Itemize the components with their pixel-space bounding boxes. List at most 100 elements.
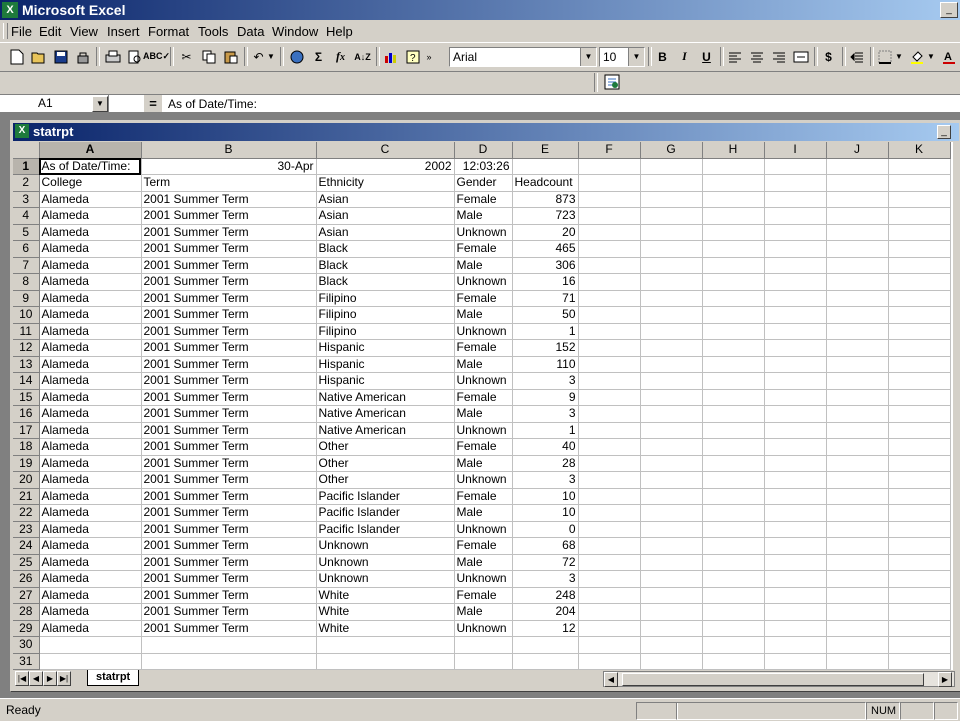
row-header[interactable]: 11 [13,323,40,340]
row-header[interactable]: 17 [13,422,40,439]
cell-headcount[interactable]: 40 [512,438,579,456]
cell-term[interactable]: 2001 Summer Term [141,603,317,621]
cell-empty[interactable] [578,587,641,604]
sheet-tab-statrpt[interactable]: statrpt [87,670,140,686]
cell-empty[interactable] [764,224,827,241]
cell-gender[interactable]: Male [454,603,513,621]
cell-empty[interactable] [764,537,827,555]
cell-empty[interactable] [702,636,765,654]
cell-empty[interactable] [640,471,703,489]
font-size-combo[interactable]: 10 ▼ [599,47,645,67]
cell-term[interactable]: 2001 Summer Term [141,537,317,555]
menu-window[interactable]: Window [272,24,318,39]
cell-term[interactable]: 2001 Summer Term [141,521,317,538]
cell-term[interactable]: 2001 Summer Term [141,620,317,637]
cell-headcount[interactable]: 3 [512,570,579,588]
cell-empty[interactable] [702,372,765,390]
chevron-down-icon[interactable]: ▼ [628,48,644,66]
cell-college[interactable]: Alameda [39,521,142,538]
fill-color-icon[interactable] [906,46,927,67]
cell-empty[interactable] [578,554,641,571]
cell-empty[interactable] [826,488,889,505]
cell-empty[interactable] [888,174,951,192]
cell-term[interactable]: 2001 Summer Term [141,372,317,390]
cell-ethnicity[interactable]: Native American [316,389,455,406]
cell-empty[interactable] [764,554,827,571]
col-header-b[interactable]: B [141,142,317,159]
cell-empty[interactable] [764,389,827,406]
scroll-right-icon[interactable]: ▶ [938,672,952,687]
cell-term[interactable]: 2001 Summer Term [141,273,317,291]
cell-term[interactable]: 2001 Summer Term [141,306,317,324]
cell-college[interactable]: Alameda [39,537,142,555]
cell-empty[interactable] [826,290,889,307]
col-header-i[interactable]: I [764,142,827,159]
cell-empty[interactable] [826,306,889,324]
cell-empty[interactable] [640,422,703,439]
cell-gender[interactable]: Unknown [454,273,513,291]
cell-ethnicity[interactable]: White [316,620,455,637]
cell-empty[interactable] [640,257,703,274]
cell-empty[interactable] [702,356,765,373]
cell-empty[interactable] [640,636,703,654]
menu-view[interactable]: View [70,24,98,39]
cell-empty[interactable] [826,158,889,175]
cell-empty[interactable] [888,471,951,489]
last-sheet-icon[interactable]: ▶| [57,671,71,686]
cell-empty[interactable] [888,504,951,522]
cell-ethnicity[interactable]: Hispanic [316,356,455,373]
sort-ascending-icon[interactable]: A↓Z [352,46,373,67]
cell-ethnicity[interactable]: Ethnicity [316,174,455,192]
cell-empty[interactable] [702,521,765,538]
cell-headcount[interactable]: 3 [512,471,579,489]
paste-icon[interactable] [220,46,241,67]
chart-wizard-icon[interactable] [380,46,401,67]
function-icon[interactable]: fx [330,46,351,67]
cell-headcount[interactable]: Headcount [512,174,579,192]
refresh-data-icon[interactable] [601,71,622,92]
cell-empty[interactable] [702,488,765,505]
select-all-button[interactable] [13,142,40,159]
cell-empty[interactable] [826,554,889,571]
cell-empty[interactable] [826,471,889,489]
cell-empty[interactable] [826,455,889,472]
cell-gender[interactable]: Female [454,438,513,456]
cell-term[interactable]: 2001 Summer Term [141,389,317,406]
cell-empty[interactable] [888,537,951,555]
cell-empty[interactable] [702,537,765,555]
cell-empty[interactable] [640,224,703,241]
cell-term[interactable]: 2001 Summer Term [141,570,317,588]
workbook-title-bar[interactable]: X statrpt _ [13,123,959,141]
cell-gender[interactable]: Unknown [454,224,513,241]
cell-empty[interactable] [826,240,889,258]
cell-empty[interactable] [764,521,827,538]
cell-headcount[interactable]: 110 [512,356,579,373]
cell-empty[interactable] [702,455,765,472]
cell-ethnicity[interactable]: Black [316,273,455,291]
cell-ethnicity[interactable]: Pacific Islander [316,488,455,505]
cell-empty[interactable] [640,438,703,456]
cell-college[interactable]: Alameda [39,554,142,571]
cell-gender[interactable]: Male [454,405,513,423]
cell-empty[interactable] [888,290,951,307]
cell-gender[interactable]: Female [454,240,513,258]
cell-gender[interactable] [454,636,513,654]
cell-empty[interactable] [640,570,703,588]
cell-empty[interactable] [578,422,641,439]
cell-empty[interactable] [640,405,703,423]
cell-empty[interactable] [640,537,703,555]
autosum-icon[interactable]: Σ [308,46,329,67]
toolbar-options-icon[interactable]: » [424,46,434,67]
cell-empty[interactable] [888,653,951,670]
cell-empty[interactable] [888,603,951,621]
cell-ethnicity[interactable]: Filipino [316,290,455,307]
cell-term[interactable]: 2001 Summer Term [141,554,317,571]
cell-empty[interactable] [578,372,641,390]
cell-empty[interactable] [640,587,703,604]
row-header[interactable]: 21 [13,488,40,505]
menu-grip[interactable] [3,23,8,39]
borders-icon[interactable] [874,46,895,67]
cell-college[interactable]: Alameda [39,207,142,225]
cell-empty[interactable] [888,488,951,505]
cell-empty[interactable] [640,273,703,291]
